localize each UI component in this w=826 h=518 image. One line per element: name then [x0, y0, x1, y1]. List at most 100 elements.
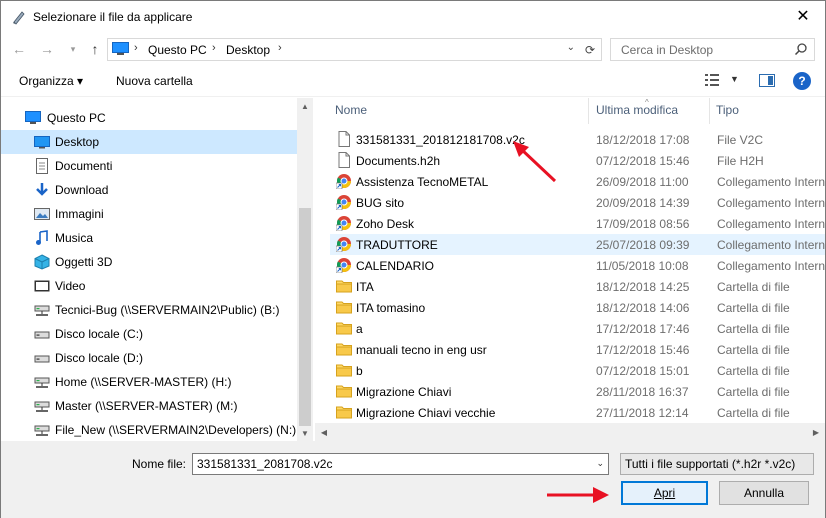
nav-item[interactable]: Download: [1, 178, 297, 202]
column-header-name[interactable]: Nome: [335, 103, 367, 117]
file-date: 26/09/2018 11:00: [596, 175, 689, 189]
file-row[interactable]: BUG sito 20/09/2018 14:39 Collegamento Int…: [330, 192, 825, 213]
file-name: a: [356, 322, 363, 336]
file-row[interactable]: manuali tecno in eng usr 17/12/2018 15:46…: [330, 339, 825, 360]
nav-item-label: Disco locale (C:): [55, 327, 144, 341]
nav-item[interactable]: Documenti: [1, 154, 297, 178]
nav-scrollbar[interactable]: ▲ ▼: [297, 98, 313, 441]
cancel-button-label: Annulla: [743, 486, 785, 500]
filename-dropdown-icon[interactable]: ⌄: [596, 458, 604, 469]
breadcrumb-questo-pc[interactable]: Questo PC: [148, 43, 207, 57]
dialog-footer: Nome file: 331581331_2081708.v2c ⌄ Tutti…: [1, 441, 825, 518]
file-date: 11/05/2018 10:08: [596, 259, 689, 273]
file-row[interactable]: a 17/12/2018 17:46 Cartella di file: [330, 318, 825, 339]
nav-item[interactable]: Disco locale (C:): [1, 322, 297, 346]
folder-icon: [336, 341, 352, 357]
nav-item[interactable]: Master (\\SERVER-MASTER) (M:): [1, 394, 297, 418]
pictures-icon: [34, 206, 50, 222]
list-horizontal-scrollbar[interactable]: ◀ ▶: [315, 423, 825, 441]
navigation-pane: Questo PC Desktop Documenti Download Immagin…: [1, 98, 313, 441]
search-placeholder: Cerca in Desktop: [621, 43, 714, 57]
file-type: Cartella di file: [717, 301, 790, 315]
file-name: 331581331_201812181708.v2c: [356, 133, 525, 147]
address-bar[interactable]: › Questo PC › Desktop › ⌄ ⟳: [107, 38, 602, 61]
scroll-down-icon[interactable]: ▼: [297, 425, 313, 441]
nav-item-label: File_New (\\SERVERMAIN2\Developers) (N:): [55, 423, 297, 437]
scroll-left-icon[interactable]: ◀: [315, 423, 333, 441]
pc-icon: [112, 42, 129, 55]
file-name: Zoho Desk: [356, 217, 415, 231]
filetype-select[interactable]: Tutti i file supportati (*.h2r *.v2c): [620, 453, 814, 475]
nav-item[interactable]: Video: [1, 274, 297, 298]
column-divider[interactable]: [709, 98, 710, 124]
search-box[interactable]: Cerca in Desktop: [610, 38, 815, 61]
view-options-icon[interactable]: [705, 74, 719, 86]
view-dropdown-icon[interactable]: ▼: [730, 74, 739, 84]
file-type: Collegamento Internet: [717, 217, 825, 231]
back-arrow-icon[interactable]: ←: [9, 40, 29, 58]
file-type: Collegamento Internet: [717, 259, 825, 273]
file-row[interactable]: Assistenza TecnoMETAL 26/09/2018 11:00 Col…: [330, 171, 825, 192]
pc-icon: [25, 110, 41, 126]
file-type: Collegamento Internet: [717, 175, 825, 189]
refresh-icon[interactable]: ⟳: [578, 39, 601, 60]
folder-icon: [336, 362, 352, 378]
filename-value: 331581331_2081708.v2c: [197, 457, 333, 471]
preview-pane-icon[interactable]: [759, 74, 775, 87]
nav-item[interactable]: Questo PC: [1, 106, 297, 130]
recent-locations-chevron-icon[interactable]: ▾: [63, 40, 83, 58]
up-arrow-icon[interactable]: ↑: [85, 40, 105, 58]
nav-item[interactable]: Tecnici-Bug (\\SERVERMAIN2\Public) (B:): [1, 298, 297, 322]
file-row[interactable]: b 07/12/2018 15:01 Cartella di file: [330, 360, 825, 381]
file-row[interactable]: ITA 18/12/2018 14:25 Cartella di file: [330, 276, 825, 297]
breadcrumb-desktop[interactable]: Desktop: [226, 43, 270, 57]
file-row[interactable]: TRADUTTORE 25/07/2018 09:39 Collegamento I…: [330, 234, 825, 255]
local-disk-icon: [34, 350, 50, 366]
column-header-type[interactable]: Tipo: [716, 103, 739, 117]
forward-arrow-icon[interactable]: →: [37, 40, 57, 58]
music-icon: [34, 230, 50, 246]
file-row[interactable]: Documents.h2h 07/12/2018 15:46 File H2H: [330, 150, 825, 171]
breadcrumb-separator-icon: ›: [212, 42, 216, 54]
scroll-right-icon[interactable]: ▶: [807, 423, 825, 441]
window-title: Selezionare il file da applicare: [33, 10, 193, 24]
folder-icon: [336, 404, 352, 420]
file-name: b: [356, 364, 363, 378]
file-date: 20/09/2018 14:39: [596, 196, 690, 210]
file-date: 18/12/2018 14:25: [596, 280, 690, 294]
file-row[interactable]: Migrazione Chiavi vecchie 27/11/2018 12:1…: [330, 402, 825, 423]
nav-item[interactable]: Immagini: [1, 202, 297, 226]
close-button[interactable]: ✕: [781, 1, 825, 31]
scroll-up-icon[interactable]: ▲: [297, 98, 313, 114]
nav-scroll-thumb[interactable]: [299, 208, 311, 426]
app-icon: [13, 11, 25, 25]
organize-button[interactable]: Organizza ▾: [19, 74, 83, 88]
nav-item[interactable]: File_New (\\SERVERMAIN2\Developers) (N:): [1, 418, 297, 441]
filename-input[interactable]: 331581331_2081708.v2c ⌄: [192, 453, 609, 475]
download-icon: [34, 182, 50, 198]
nav-item[interactable]: Home (\\SERVER-MASTER) (H:): [1, 370, 297, 394]
file-row[interactable]: Migrazione Chiavi 28/11/2018 16:37 Cartell…: [330, 381, 825, 402]
nav-item[interactable]: Desktop: [1, 130, 297, 154]
nav-item-label: Home (\\SERVER-MASTER) (H:): [55, 375, 232, 389]
breadcrumb-separator-icon: ›: [278, 42, 282, 54]
annotation-arrow-icon: [547, 487, 609, 503]
file-row[interactable]: ITA tomasino 18/12/2018 14:06 Cartella di …: [330, 297, 825, 318]
nav-item[interactable]: Musica: [1, 226, 297, 250]
column-header-modified[interactable]: Ultima modifica: [596, 103, 678, 117]
file-row[interactable]: 331581331_201812181708.v2c 18/12/2018 17:…: [330, 129, 825, 150]
open-button[interactable]: Apri: [621, 481, 708, 505]
cancel-button[interactable]: Annulla: [719, 481, 809, 505]
column-divider[interactable]: [588, 98, 589, 124]
file-date: 17/09/2018 08:56: [596, 217, 690, 231]
local-disk-icon: [34, 326, 50, 342]
address-dropdown-icon[interactable]: ⌄: [567, 42, 575, 53]
nav-item[interactable]: Oggetti 3D: [1, 250, 297, 274]
file-row[interactable]: Zoho Desk 17/09/2018 08:56 Collegamento In…: [330, 213, 825, 234]
help-icon[interactable]: ?: [793, 72, 811, 90]
nav-item[interactable]: Disco locale (D:): [1, 346, 297, 370]
open-button-label: Apri: [653, 486, 676, 500]
file-row[interactable]: CALENDARIO 11/05/2018 10:08 Collegamento I…: [330, 255, 825, 276]
new-folder-button[interactable]: Nuova cartella: [116, 74, 193, 88]
nav-item-label: Download: [55, 183, 109, 197]
